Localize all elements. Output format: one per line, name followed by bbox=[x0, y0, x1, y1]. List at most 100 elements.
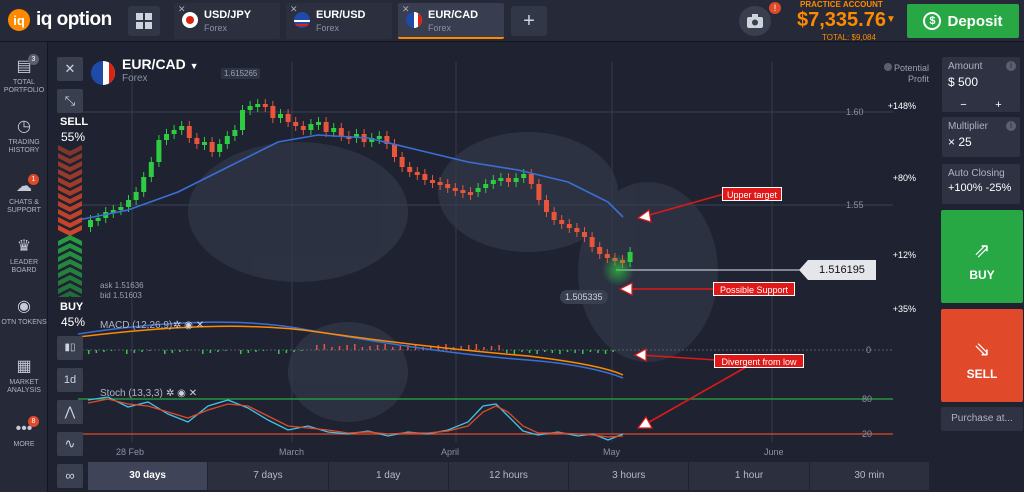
info-icon[interactable]: i bbox=[1006, 61, 1016, 71]
sidebar-item-chats[interactable]: ☁ 1 CHATS & SUPPORT bbox=[0, 174, 48, 215]
macd-histogram-bar bbox=[384, 344, 386, 350]
auto-closing-label: Auto Closing bbox=[948, 168, 1005, 179]
sidebar-item-leaderboard[interactable]: ♛ LEADER BOARD bbox=[0, 238, 48, 275]
candle-body bbox=[202, 142, 207, 145]
price-chart[interactable] bbox=[48, 42, 936, 462]
stoch-low-label: 20 bbox=[862, 429, 873, 439]
candle-body bbox=[300, 126, 306, 130]
eye-icon[interactable]: ◉ bbox=[177, 388, 186, 399]
auto-closing-value: +100% -25% bbox=[948, 182, 1012, 194]
gear-icon[interactable]: ✲ bbox=[166, 388, 174, 399]
time-range-30-min[interactable]: 30 min bbox=[809, 462, 930, 490]
sidebar-item-portfolio[interactable]: ▤ 3 TOTAL PORTFOLIO bbox=[0, 54, 48, 95]
candle-body bbox=[399, 157, 405, 167]
sidebar-item-more[interactable]: ••• 8 MORE bbox=[0, 416, 48, 449]
info-icon[interactable] bbox=[883, 63, 892, 71]
iq-option-logo[interactable]: iq iq option bbox=[8, 9, 112, 31]
multiplier-box[interactable]: Multiplier i × 25 bbox=[942, 117, 1020, 157]
profit-level: +35% bbox=[892, 304, 916, 314]
sidebar-item-label: LEADER BOARD bbox=[9, 259, 38, 274]
buy-label: BUY bbox=[969, 268, 995, 282]
eye-icon[interactable]: ◉ bbox=[184, 320, 193, 331]
more-badge: 8 bbox=[28, 416, 39, 427]
time-range-1-day[interactable]: 1 day bbox=[328, 462, 449, 490]
macd-histogram-bar bbox=[110, 350, 113, 351]
buy-sentiment-label: BUY bbox=[60, 301, 84, 313]
increase-button[interactable]: + bbox=[995, 99, 1001, 111]
candle-body bbox=[88, 220, 93, 227]
candle-body bbox=[133, 192, 139, 200]
close-chart-button[interactable]: ✕ bbox=[57, 57, 83, 81]
account-total: TOTAL: $9,084 bbox=[822, 33, 876, 42]
trend-down-icon: ⇘ bbox=[973, 339, 991, 361]
candle-body bbox=[445, 184, 451, 188]
deposit-button[interactable]: $ Deposit bbox=[907, 4, 1019, 38]
tab-usd-jpy[interactable]: ✕ USD/JPY Forex bbox=[174, 3, 280, 39]
sidebar-item-otn[interactable]: ◉ OTN TOKENS bbox=[0, 298, 48, 327]
tab-eur-usd[interactable]: ✕ EUR/USD Forex bbox=[286, 3, 392, 39]
macd-controls: ✲ ◉ ✕ bbox=[173, 320, 204, 331]
macd-histogram-bar bbox=[88, 350, 90, 354]
buy-button[interactable]: ⇗ BUY bbox=[941, 210, 1023, 303]
info-icon[interactable]: i bbox=[1006, 121, 1016, 131]
decrease-button[interactable]: − bbox=[960, 99, 966, 111]
asset-name-text: EUR/CAD bbox=[122, 56, 186, 72]
macd-histogram-bar bbox=[369, 346, 371, 350]
link-icon: ∞ bbox=[65, 468, 75, 483]
time-range-1-hour[interactable]: 1 hour bbox=[689, 462, 810, 490]
x-axis-label: March bbox=[279, 447, 305, 457]
chevron-down-icon[interactable]: ▼ bbox=[190, 61, 199, 71]
time-range-30-days[interactable]: 30 days bbox=[88, 462, 209, 490]
amount-stepper: − + bbox=[946, 99, 1016, 111]
gear-icon[interactable]: ✲ bbox=[173, 320, 181, 331]
x-axis-label: June bbox=[764, 447, 784, 457]
x-axis-label: May bbox=[603, 447, 621, 457]
candle-body bbox=[126, 200, 131, 207]
candle-body bbox=[468, 192, 473, 195]
auto-closing-box[interactable]: Auto Closing +100% -25% bbox=[942, 164, 1020, 204]
asset-name[interactable]: EUR/CAD ▼ bbox=[122, 56, 199, 72]
sidebar-item-history[interactable]: ◷ TRADING HISTORY bbox=[0, 118, 48, 155]
close-icon[interactable]: ✕ bbox=[189, 388, 197, 399]
close-icon[interactable]: ✕ bbox=[196, 320, 204, 331]
candle-body bbox=[232, 130, 238, 136]
time-range-7-days[interactable]: 7 days bbox=[208, 462, 329, 490]
account-type-label[interactable]: PRACTICE ACCOUNT bbox=[800, 0, 883, 9]
candle-body bbox=[331, 128, 337, 132]
indicators-button[interactable]: ∿ bbox=[57, 432, 83, 456]
time-range-3-hours[interactable]: 3 hours bbox=[569, 462, 690, 490]
drawing-tools-button[interactable]: ⋀ bbox=[57, 400, 83, 424]
expand-chart-button[interactable]: ⤡ bbox=[57, 89, 83, 113]
sidebar-item-market[interactable]: ▦ MARKET ANALYSIS bbox=[0, 358, 48, 395]
profit-level: +12% bbox=[892, 250, 916, 260]
sell-button[interactable]: ⇘ SELL bbox=[941, 309, 1023, 402]
multiplier-label: Multiplier bbox=[948, 121, 989, 132]
sidebar-item-label: TRADING HISTORY bbox=[8, 139, 40, 154]
tab-eur-cad[interactable]: ✕ EUR/CAD Forex bbox=[398, 3, 504, 39]
macd-histogram-bar bbox=[323, 344, 326, 350]
macd-histogram-bar bbox=[186, 350, 189, 351]
chevron-down-icon[interactable]: ▼ bbox=[886, 14, 896, 25]
stoch-label[interactable]: Stoch (13,3,3) bbox=[100, 388, 163, 399]
amount-value[interactable]: $ 500 bbox=[948, 75, 978, 89]
time-range-12-hours[interactable]: 12 hours bbox=[448, 462, 570, 490]
candle-body bbox=[141, 177, 147, 192]
candle-body bbox=[308, 124, 314, 130]
macd-histogram-bar bbox=[224, 350, 227, 351]
candle-body bbox=[551, 212, 557, 220]
purchase-at-button[interactable]: Purchase at... bbox=[941, 407, 1023, 431]
account-balance[interactable]: $7,335.76 bbox=[797, 9, 886, 32]
add-tab-button[interactable]: + bbox=[511, 6, 547, 36]
macd-histogram-bar bbox=[582, 350, 584, 354]
candle-body bbox=[452, 188, 458, 191]
asset-grid-button[interactable] bbox=[128, 6, 160, 36]
tab-pair-label: USD/JPY bbox=[204, 9, 252, 21]
candle-body bbox=[414, 172, 420, 175]
candle-body bbox=[521, 174, 527, 178]
link-button[interactable]: ∞ bbox=[57, 464, 83, 488]
candle-body bbox=[156, 140, 162, 162]
chart-type-button[interactable]: ▮▯ bbox=[57, 336, 83, 360]
macd-label[interactable]: MACD (12,26,9) bbox=[100, 320, 172, 331]
screenshot-button[interactable] bbox=[739, 6, 771, 36]
interval-button[interactable]: 1d bbox=[57, 368, 83, 392]
